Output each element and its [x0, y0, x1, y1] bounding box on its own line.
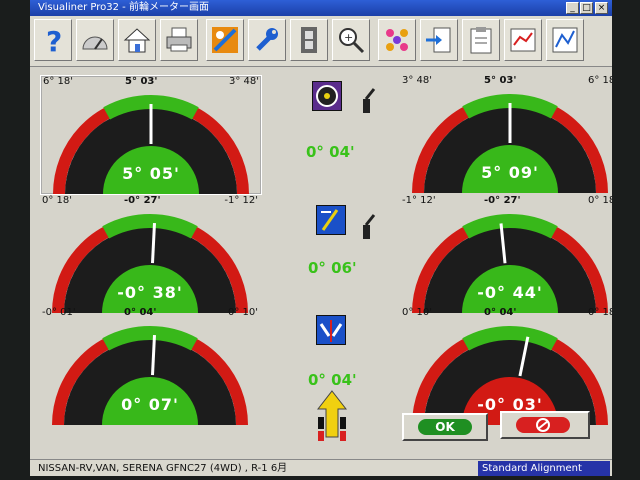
gauge-left-camber[interactable]: 6° 18' 5° 03' 3° 48' 5° 05'	[40, 75, 262, 195]
application-window: Visualiner Pro32 - 前輪メーター画面 _ □ × ? + 6°…	[30, 0, 612, 476]
gauge-reading: 5° 09'	[481, 163, 539, 182]
gauge-right-toe[interactable]: 0° 10'0° 04'0° 18'-0° 03'	[400, 307, 612, 426]
cross-camber-value: 0° 04'	[306, 143, 355, 161]
cancel-icon	[516, 417, 570, 433]
gauge-right-caster[interactable]: -1° 12' -0° 27' 0° 18' -0° 44'	[400, 195, 612, 314]
gauge-left-caster[interactable]: 0° 18' -0° 27' -1° 12' -0° 38'	[40, 195, 260, 314]
mode-indicator: Standard Alignment	[478, 461, 610, 476]
gauge-needle	[151, 223, 156, 264]
cross-toe-value: 0° 04'	[308, 371, 357, 389]
gauge-center-label: 5° 03'	[484, 75, 517, 86]
gauge-needle	[151, 335, 156, 376]
gauge-center-label: 0° 04'	[484, 307, 517, 318]
pattern-icon	[386, 29, 408, 51]
gauge-min-label: -0° 01'	[42, 307, 76, 318]
export-icon	[426, 27, 451, 53]
gauge-reading: 0° 07'	[121, 395, 179, 414]
report-icon	[510, 28, 536, 52]
gauge-icon	[82, 36, 108, 50]
gauge-reading: -0° 44'	[477, 283, 543, 302]
gauge-reading: 5° 05'	[122, 164, 180, 183]
gauge-min-label: -1° 12'	[402, 195, 436, 206]
signal-button[interactable]	[546, 19, 584, 61]
zoom-icon: +	[339, 28, 365, 54]
gauge-left-toe[interactable]: -0° 01' 0° 04' 0° 10' 0° 07'	[40, 307, 260, 426]
title-bar: Visualiner Pro32 - 前輪メーター画面 _ □ ×	[30, 0, 612, 16]
gauge-min-label: 6° 18'	[43, 76, 74, 87]
gauge-center-label: -0° 27'	[484, 195, 521, 206]
ok-button[interactable]: OK	[402, 413, 488, 441]
cancel-button[interactable]	[500, 411, 590, 439]
film-button[interactable]	[290, 19, 328, 61]
gauge-reading: -0° 38'	[117, 283, 183, 302]
lift-icon	[363, 88, 376, 113]
printer-icon	[166, 27, 192, 52]
film-icon	[301, 27, 317, 53]
zoom-button[interactable]: +	[332, 19, 370, 61]
export-button[interactable]	[420, 19, 458, 61]
setup-icon	[212, 27, 238, 53]
window-title: Visualiner Pro32 - 前輪メーター画面	[38, 2, 209, 13]
gauge-center-label: -0° 27'	[124, 195, 161, 206]
gauge-max-label: 0° 18'	[587, 307, 612, 318]
svg-text:?: ?	[46, 25, 62, 55]
gauge-max-label: 6° 18'	[587, 75, 612, 86]
camber-icon	[312, 81, 342, 111]
ok-label: OK	[418, 419, 472, 435]
home-icon	[123, 28, 151, 53]
cross-caster-value: 0° 06'	[308, 259, 357, 277]
clipboard-button[interactable]	[462, 19, 500, 61]
gauge-min-label: 3° 48'	[402, 75, 433, 86]
maximize-button[interactable]: □	[580, 2, 593, 14]
gauge-max-label: 3° 48'	[228, 76, 259, 87]
clipboard-icon	[470, 27, 492, 54]
setup-button[interactable]	[206, 19, 244, 61]
gauge-center-label: 0° 04'	[124, 307, 157, 318]
toolbar: ? +	[30, 16, 612, 67]
gauge-min-label: 0° 18'	[42, 195, 73, 206]
adjust-button[interactable]	[248, 19, 286, 61]
gauge-max-label: 0° 18'	[587, 195, 612, 206]
caster-icon	[316, 205, 346, 235]
vehicle-arrow-icon	[316, 390, 348, 441]
minimize-button[interactable]: _	[566, 2, 579, 14]
meter-panel: 6° 18' 5° 03' 3° 48' 5° 05' 3° 48' 5° 03' 6° 1…	[30, 67, 612, 459]
report-button[interactable]	[504, 19, 542, 61]
gauge-min-label: 0° 10'	[402, 307, 433, 318]
help-button[interactable]: ?	[34, 19, 72, 61]
gauge-max-label: 0° 10'	[227, 307, 258, 318]
mode-label: Standard Alignment	[482, 463, 582, 474]
gauge-right-camber[interactable]: 3° 48' 5° 03' 6° 18' 5° 09'	[400, 75, 612, 194]
meter-button[interactable]	[76, 19, 114, 61]
lift-icon	[363, 214, 376, 239]
help-icon: ?	[46, 25, 62, 55]
toe-icon	[316, 315, 346, 345]
close-button[interactable]: ×	[595, 2, 608, 14]
print-button[interactable]	[160, 19, 198, 61]
signal-icon	[552, 27, 578, 53]
gauge-max-label: -1° 12'	[224, 195, 258, 206]
gauge-center-label: 5° 03'	[125, 76, 158, 87]
wrench-icon	[256, 28, 278, 51]
svg-text:+: +	[344, 31, 353, 44]
status-bar: NISSAN-RV,VAN, SERENA GFNC27 (4WD) , R-1…	[30, 459, 612, 476]
vehicle-info: NISSAN-RV,VAN, SERENA GFNC27 (4WD) , R-1…	[38, 463, 288, 474]
home-button[interactable]	[118, 19, 156, 61]
pattern-button[interactable]	[378, 19, 416, 61]
